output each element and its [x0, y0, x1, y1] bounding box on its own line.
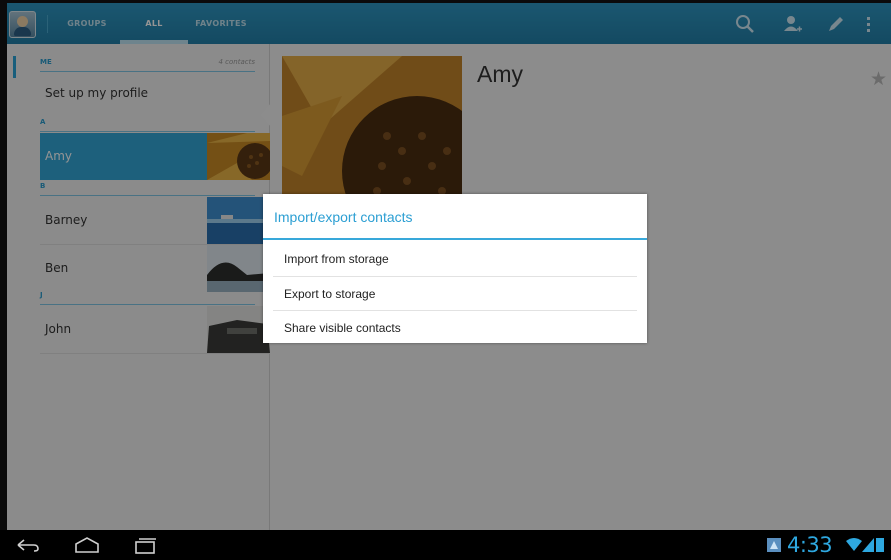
screen: GROUPS ALL FAVORITES ME 4 contacts Set u…	[7, 3, 891, 530]
export-to-storage-option[interactable]: Export to storage	[263, 277, 647, 311]
dialog-title: Import/export contacts	[263, 194, 647, 240]
recent-apps-icon[interactable]	[130, 535, 160, 555]
share-visible-contacts-option[interactable]: Share visible contacts	[263, 311, 647, 345]
system-bar: 4:33	[0, 530, 891, 560]
home-icon[interactable]	[72, 535, 102, 555]
signal-icon	[862, 538, 874, 552]
back-icon[interactable]	[12, 535, 42, 555]
battery-icon	[876, 538, 884, 552]
clock: 4:33	[787, 533, 833, 557]
wifi-icon	[846, 538, 862, 551]
device-frame: GROUPS ALL FAVORITES ME 4 contacts Set u…	[0, 0, 891, 560]
import-from-storage-option[interactable]: Import from storage	[263, 242, 647, 276]
import-export-dialog: Import/export contacts Import from stora…	[263, 194, 647, 343]
notification-icon[interactable]	[767, 538, 781, 552]
